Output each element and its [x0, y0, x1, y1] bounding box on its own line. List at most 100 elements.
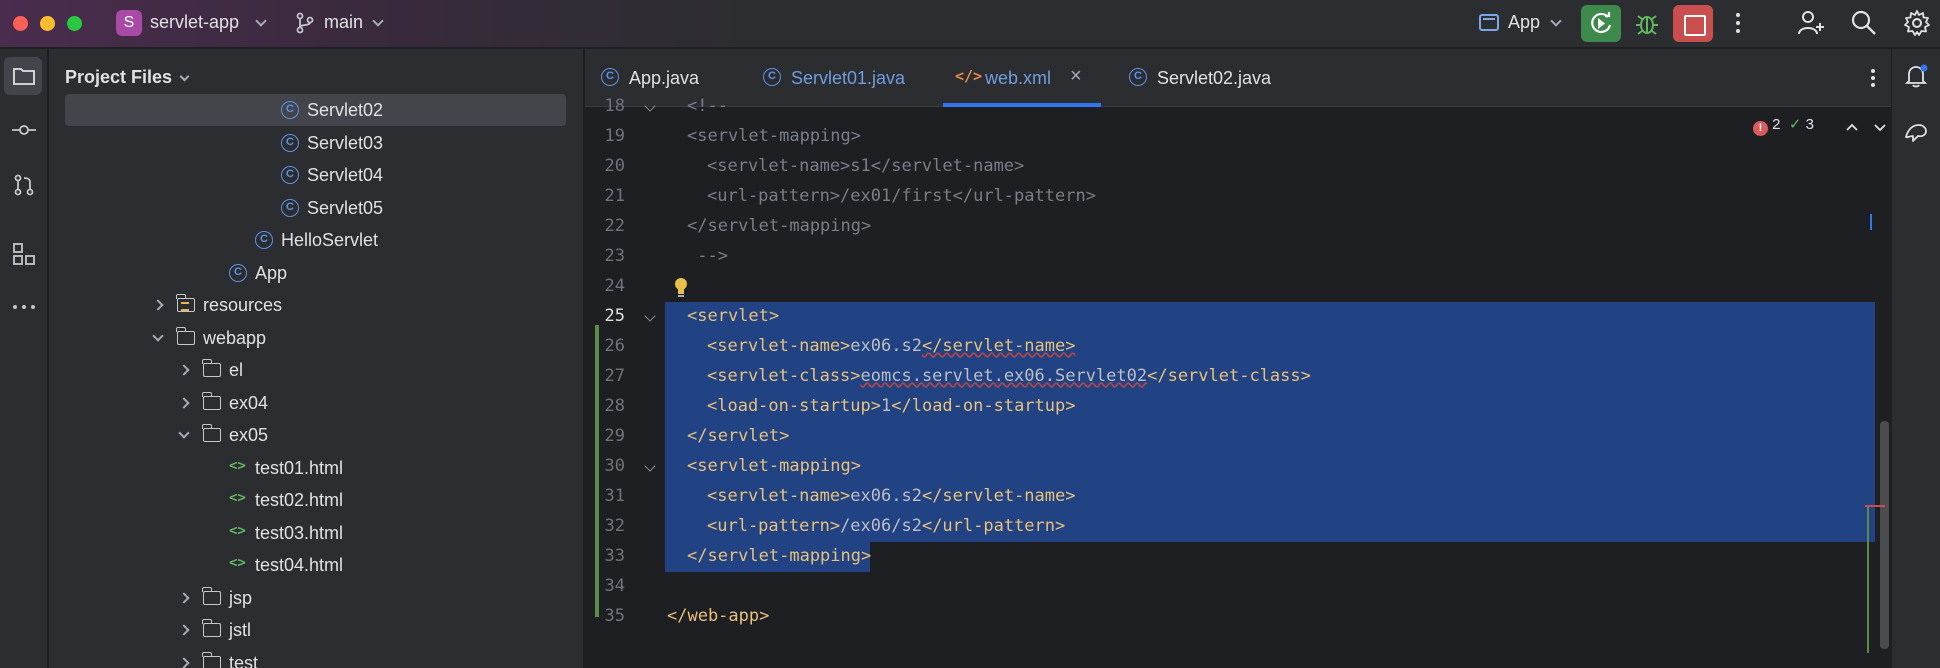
pull-requests-tool-button[interactable]: [4, 165, 42, 203]
fold-marker-icon[interactable]: [644, 100, 656, 112]
chevron-right-icon[interactable]: [178, 591, 190, 604]
chevron-right-icon[interactable]: [178, 656, 190, 668]
tree-item-label: HelloServlet: [281, 230, 379, 250]
chevron-down-icon[interactable]: [1550, 15, 1562, 27]
tree-item[interactable]: C Servlet04: [49, 159, 583, 191]
code-line[interactable]: 19 <servlet-mapping>: [585, 122, 1891, 152]
code-line[interactable]: 24: [585, 272, 1891, 302]
line-number: 22: [604, 216, 625, 236]
ai-assistant-icon[interactable]: [1903, 119, 1929, 145]
code-line[interactable]: 27 <servlet-class>eomcs.servlet.ex06.Serv…: [585, 362, 1891, 392]
tree-item-label: jstl: [229, 620, 251, 640]
more-actions-button[interactable]: [1728, 8, 1748, 38]
notifications-icon[interactable]: [1903, 63, 1929, 89]
run-config-selector[interactable]: App: [1508, 12, 1540, 33]
line-number: 31: [604, 486, 625, 506]
chevron-down-icon[interactable]: [179, 71, 190, 82]
tree-item[interactable]: <> test03.html: [49, 517, 583, 549]
stop-button[interactable]: [1673, 5, 1713, 42]
zoom-window-button[interactable]: [67, 16, 82, 31]
tree-item[interactable]: C Servlet05: [49, 192, 583, 224]
code-line[interactable]: 33 </servlet-mapping>: [585, 542, 1891, 572]
add-user-icon[interactable]: [1796, 8, 1826, 38]
tree-item[interactable]: test: [49, 647, 583, 668]
code-line[interactable]: 31 <servlet-name>ex06.s2</servlet-name>: [585, 482, 1891, 512]
tree-item[interactable]: webapp: [49, 322, 583, 354]
code-line[interactable]: 18 <!--: [585, 92, 1891, 122]
code-text: <servlet>: [687, 306, 780, 326]
project-panel-title[interactable]: Project Files: [65, 67, 172, 88]
editor-scrollbar-thumb[interactable]: [1880, 421, 1889, 649]
close-window-button[interactable]: [13, 16, 28, 31]
code-text: </servlet-mapping>: [687, 546, 872, 566]
lightbulb-icon[interactable]: [673, 277, 689, 302]
tabs-more-button[interactable]: [1863, 67, 1883, 89]
chevron-down-icon[interactable]: [255, 15, 267, 27]
tree-item[interactable]: C Servlet02: [65, 94, 566, 126]
tree-item[interactable]: C Servlet03: [49, 127, 583, 159]
gear-icon[interactable]: [1902, 8, 1932, 38]
code-line[interactable]: 23 -->: [585, 242, 1891, 272]
code-line[interactable]: 20 <servlet-name>s1</servlet-name>: [585, 152, 1891, 182]
tree-item[interactable]: ex05: [49, 419, 583, 451]
tree-item[interactable]: jsp: [49, 582, 583, 614]
tree-item-label: test03.html: [255, 522, 344, 543]
project-tool-button[interactable]: [4, 57, 42, 95]
tree-item[interactable]: resources: [49, 289, 583, 321]
chevron-right-icon[interactable]: [178, 396, 190, 409]
minimize-window-button[interactable]: [40, 16, 55, 31]
tree-item[interactable]: C App: [49, 257, 583, 289]
tree-item[interactable]: <> test02.html: [49, 484, 583, 516]
project-badge[interactable]: S: [116, 10, 142, 36]
code-area[interactable]: 18 <!-- 19 <servlet-mapping> 20 <servlet-name…: [585, 96, 1891, 668]
tab-label: web.xml: [985, 68, 1052, 88]
chevron-down-icon[interactable]: [152, 329, 164, 342]
more-tools-button[interactable]: [4, 287, 42, 325]
code-line[interactable]: 28 <load-on-startup>1</load-on-startup>: [585, 392, 1891, 422]
resources-folder-icon: [176, 294, 195, 312]
tree-item[interactable]: ex04: [49, 387, 583, 419]
code-line[interactable]: 32 <url-pattern>/ex06/s2</url-pattern>: [585, 512, 1891, 542]
debug-button[interactable]: [1632, 8, 1662, 38]
html-file-icon: <>: [229, 457, 246, 474]
fold-marker-icon[interactable]: [644, 460, 656, 472]
project-selector[interactable]: servlet-app: [150, 12, 239, 33]
git-branch-icon[interactable]: [295, 12, 315, 34]
fold-marker-icon[interactable]: [644, 310, 656, 322]
html-file-icon: <>: [229, 490, 246, 506]
rerun-button[interactable]: [1581, 5, 1621, 42]
tree-item-label: test: [229, 652, 259, 668]
close-tab-icon[interactable]: ×: [1070, 65, 1082, 88]
commit-tool-button[interactable]: [4, 111, 42, 149]
code-line[interactable]: 21 <url-pattern>/ex01/first</url-pattern>: [585, 182, 1891, 212]
tree-item[interactable]: <> test01.html: [49, 452, 583, 484]
code-line[interactable]: 25 <servlet>: [585, 302, 1891, 332]
tree-item[interactable]: el: [49, 354, 583, 386]
chevron-down-icon[interactable]: [178, 427, 190, 439]
code-text: <servlet-mapping>: [687, 456, 861, 476]
line-number: 27: [604, 366, 625, 386]
chevron-right-icon[interactable]: [178, 364, 190, 376]
class-icon: C: [281, 133, 299, 152]
code-line[interactable]: 30 <servlet-mapping>: [585, 452, 1891, 482]
code-line[interactable]: 22 </servlet-mapping>: [585, 212, 1891, 242]
structure-tool-button[interactable]: [4, 234, 42, 272]
inspection-widget[interactable]: ! 2 ✓ 3: [1753, 115, 1814, 136]
code-line[interactable]: 26 <servlet-name>ex06.s2</servlet-name>: [585, 332, 1891, 362]
chevron-up-icon: [1846, 123, 1858, 131]
tree-item[interactable]: <> test04.html: [49, 549, 583, 581]
chevron-down-icon[interactable]: [372, 15, 384, 27]
branch-selector[interactable]: main: [324, 12, 363, 33]
tree-item[interactable]: C HelloServlet: [49, 224, 583, 256]
code-line[interactable]: 35 </web-app>: [585, 602, 1891, 632]
line-number: 21: [604, 186, 625, 206]
code-text: <load-on-startup>1</load-on-startup>: [707, 396, 1076, 416]
vcs-change-marker[interactable]: [595, 325, 599, 617]
chevron-right-icon[interactable]: [152, 299, 164, 311]
tree-item[interactable]: jstl: [49, 614, 583, 646]
code-line[interactable]: 34: [585, 572, 1891, 602]
code-line[interactable]: 29 </servlet>: [585, 422, 1891, 452]
chevron-right-icon[interactable]: [178, 624, 190, 636]
search-icon[interactable]: [1849, 8, 1879, 38]
warning-icon: ✓: [1788, 116, 1802, 133]
